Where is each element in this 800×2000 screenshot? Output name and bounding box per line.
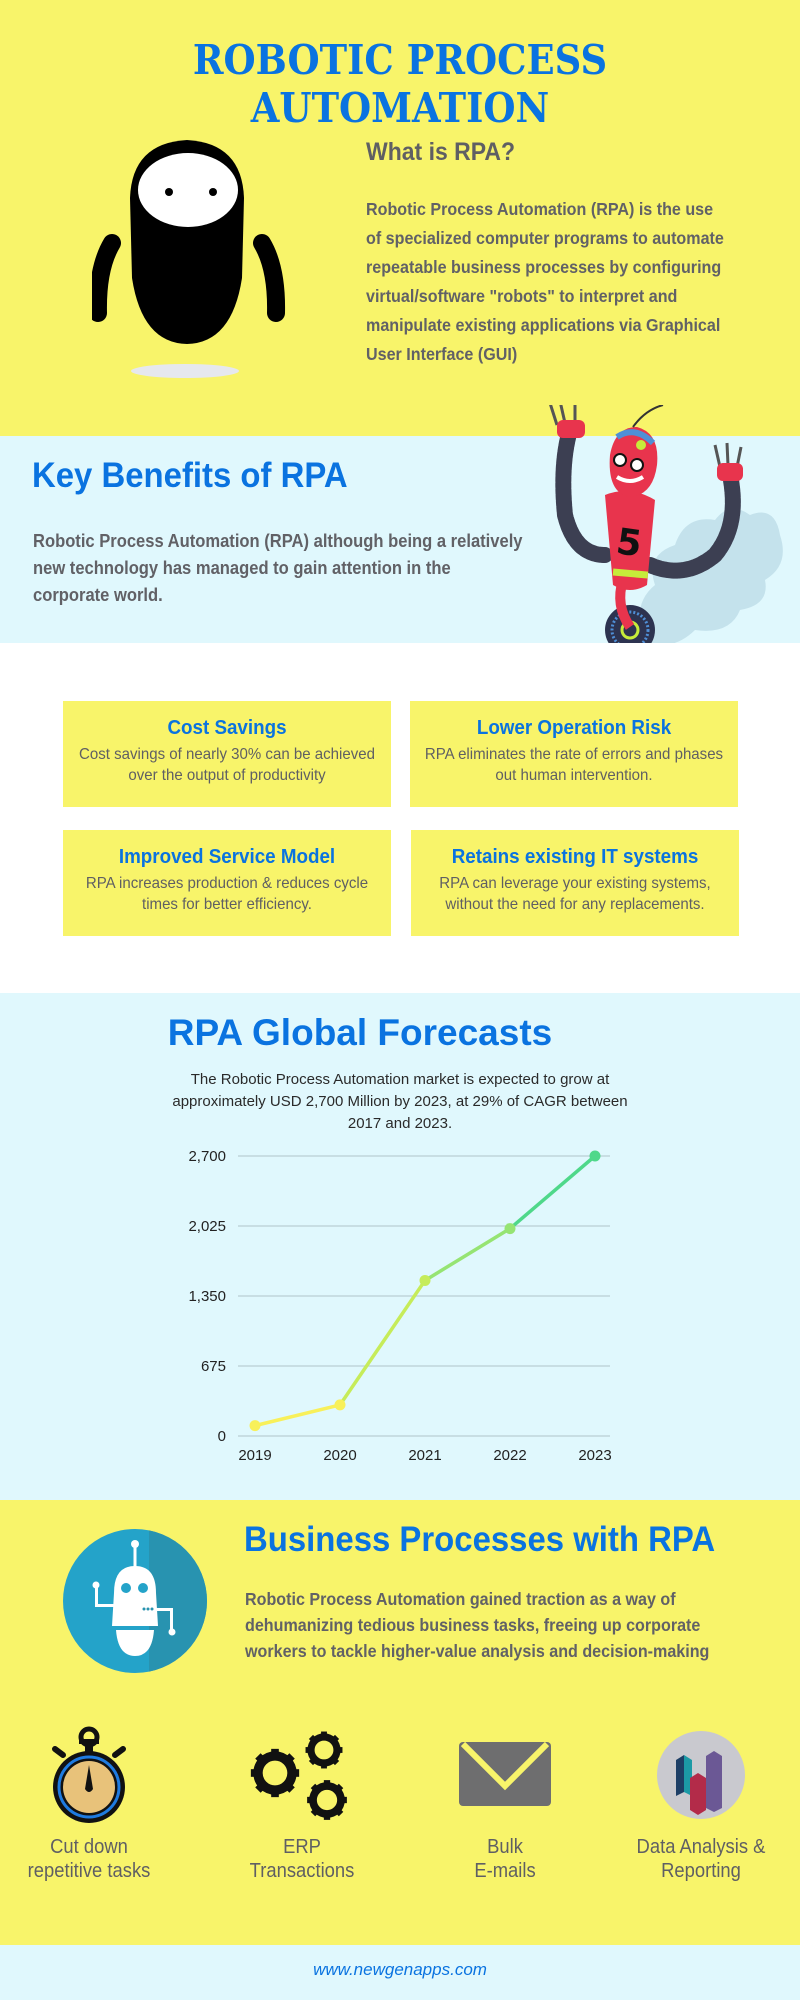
robot-circle-icon xyxy=(63,1529,207,1673)
process-item-erp-transactions: ERP Transactions xyxy=(217,1725,387,1883)
data-point xyxy=(504,1223,516,1235)
chart-gridlines xyxy=(238,1155,610,1437)
gears-icon xyxy=(250,1731,347,1820)
x-tick-label: 2023 xyxy=(578,1447,611,1464)
data-point xyxy=(419,1274,431,1286)
y-tick-label: 675 xyxy=(201,1358,226,1375)
unicycle-robot-icon: 5 xyxy=(549,405,783,655)
process-label-line1: Bulk xyxy=(487,1836,523,1858)
benefit-card-retains-it-systems: Retains existing IT systems RPA can leve… xyxy=(411,830,739,936)
stopwatch-icon xyxy=(52,1726,126,1823)
process-item-bulk-emails: Bulk E-mails xyxy=(420,1725,590,1883)
benefit-card-improved-service-model: Improved Service Model RPA increases pro… xyxy=(63,830,391,936)
forecast-line-chart: 0 675 1,350 2,025 2,700 2019 2020 2021 2022 2023 xyxy=(188,1148,611,1464)
benefit-card-title: Lower Operation Risk xyxy=(476,717,672,739)
benefit-card-desc: RPA can leverage your existing systems, … xyxy=(439,875,711,913)
x-tick-label: 2021 xyxy=(408,1447,441,1464)
x-tick-label: 2019 xyxy=(238,1447,271,1464)
what-is-rpa-text: Robotic Process Automation (RPA) is the … xyxy=(366,199,724,364)
series-line-segment xyxy=(423,1226,512,1283)
process-label: Data Analysis & Reporting xyxy=(623,1835,779,1883)
benefit-card-title: Cost Savings xyxy=(167,717,287,739)
process-item-data-analysis: Data Analysis & Reporting xyxy=(616,1725,786,1883)
process-label-line2: E-mails xyxy=(474,1860,536,1882)
forecast-heading: RPA Global Forecasts xyxy=(167,1012,553,1053)
benefit-card-lower-operation-risk: Lower Operation Risk RPA eliminates the … xyxy=(410,701,738,807)
gear-ring xyxy=(309,1782,345,1818)
x-tick-label: 2020 xyxy=(323,1447,356,1464)
key-benefits-text: Robotic Process Automation (RPA) althoug… xyxy=(33,531,523,605)
y-tick-label: 1,350 xyxy=(188,1288,226,1305)
y-tick-label: 2,700 xyxy=(188,1148,226,1165)
benefit-card-cost-savings: Cost Savings Cost savings of nearly 30% … xyxy=(63,701,391,807)
gear-ring xyxy=(307,1733,341,1767)
what-is-rpa-heading: What is RPA? xyxy=(366,138,516,166)
x-tick-label: 2022 xyxy=(493,1447,526,1464)
process-label-line2: repetitive tasks xyxy=(27,1860,151,1882)
benefit-cards-section: Cost Savings Cost savings of nearly 30% … xyxy=(0,643,800,993)
process-label-line2: Reporting xyxy=(661,1860,741,1882)
series-line-segment xyxy=(508,1154,597,1231)
process-label-line1: Data Analysis & xyxy=(636,1836,766,1858)
chart-series-line xyxy=(253,1154,597,1428)
process-label: ERP Transactions xyxy=(224,1835,380,1883)
page-title: ROBOTIC PROCESS AUTOMATION xyxy=(192,36,608,132)
chart-points xyxy=(249,1150,601,1432)
chart-x-ticks: 2019 2020 2021 2022 2023 xyxy=(238,1447,611,1464)
unicycle-robot-illustration: 5 xyxy=(549,405,783,655)
bar-chart-icon xyxy=(657,1731,745,1819)
process-label-line1: Cut down xyxy=(50,1836,128,1858)
process-label: Cut down repetitive tasks xyxy=(11,1835,167,1883)
benefit-card-desc: RPA increases production & reduces cycle… xyxy=(85,875,369,913)
y-tick-label: 0 xyxy=(218,1428,226,1445)
envelope-icon xyxy=(459,1741,551,1806)
business-processes-heading: Business Processes with RPA xyxy=(244,1520,716,1559)
data-point xyxy=(589,1150,601,1162)
key-benefits-heading: Key Benefits of RPA xyxy=(32,456,348,495)
data-point xyxy=(249,1420,261,1432)
process-label-line1: ERP xyxy=(283,1836,321,1858)
benefit-card-title: Retains existing IT systems xyxy=(451,846,699,868)
process-label: Bulk E-mails xyxy=(427,1835,583,1883)
series-line-segment xyxy=(253,1403,342,1428)
chart-y-ticks: 0 675 1,350 2,025 2,700 xyxy=(188,1148,226,1445)
benefit-card-desc: Cost savings of nearly 30% can be achiev… xyxy=(79,746,375,784)
benefit-card-desc: RPA eliminates the rate of errors and ph… xyxy=(424,746,724,784)
process-label-line2: Transactions xyxy=(249,1860,355,1882)
gear-ring xyxy=(253,1751,297,1795)
business-processes-text: Robotic Process Automation gained tracti… xyxy=(245,1589,710,1661)
website-link[interactable]: www.newgenapps.com xyxy=(0,1960,800,1980)
process-item-repetitive-tasks: Cut down repetitive tasks xyxy=(4,1725,174,1883)
forecast-text: The Robotic Process Automation market is… xyxy=(172,1071,628,1132)
black-robot-icon xyxy=(92,140,286,378)
black-robot-illustration xyxy=(92,140,286,378)
data-point xyxy=(334,1399,346,1411)
footer: www.newgenapps.com xyxy=(0,1945,800,2000)
series-line-segment xyxy=(338,1278,427,1407)
y-tick-label: 2,025 xyxy=(188,1218,226,1235)
benefit-card-title: Improved Service Model xyxy=(118,846,336,868)
